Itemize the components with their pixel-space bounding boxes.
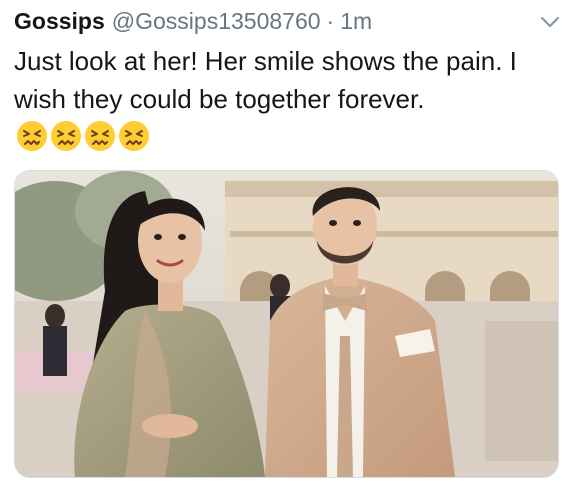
tweet-text: Just look at her! Her smile shows the pa…: [14, 42, 534, 156]
chevron-down-icon[interactable]: [536, 10, 564, 34]
persevering-face-icon: [17, 121, 47, 152]
photo-illustration: [15, 171, 558, 477]
persevering-face-icon: [85, 121, 115, 152]
persevering-face-icon: [51, 121, 81, 152]
tweet-header: Gossips @Gossips13508760 · 1m: [14, 8, 568, 38]
timestamp[interactable]: 1m: [340, 8, 372, 35]
tweet-photo[interactable]: [14, 170, 559, 478]
separator-dot: ·: [326, 8, 335, 34]
emoji-group: [16, 120, 150, 152]
display-name[interactable]: Gossips: [14, 8, 105, 35]
user-handle[interactable]: @Gossips13508760: [112, 8, 321, 35]
tweet-body: Just look at her! Her smile shows the pa…: [14, 46, 517, 114]
persevering-face-icon: [119, 121, 149, 152]
